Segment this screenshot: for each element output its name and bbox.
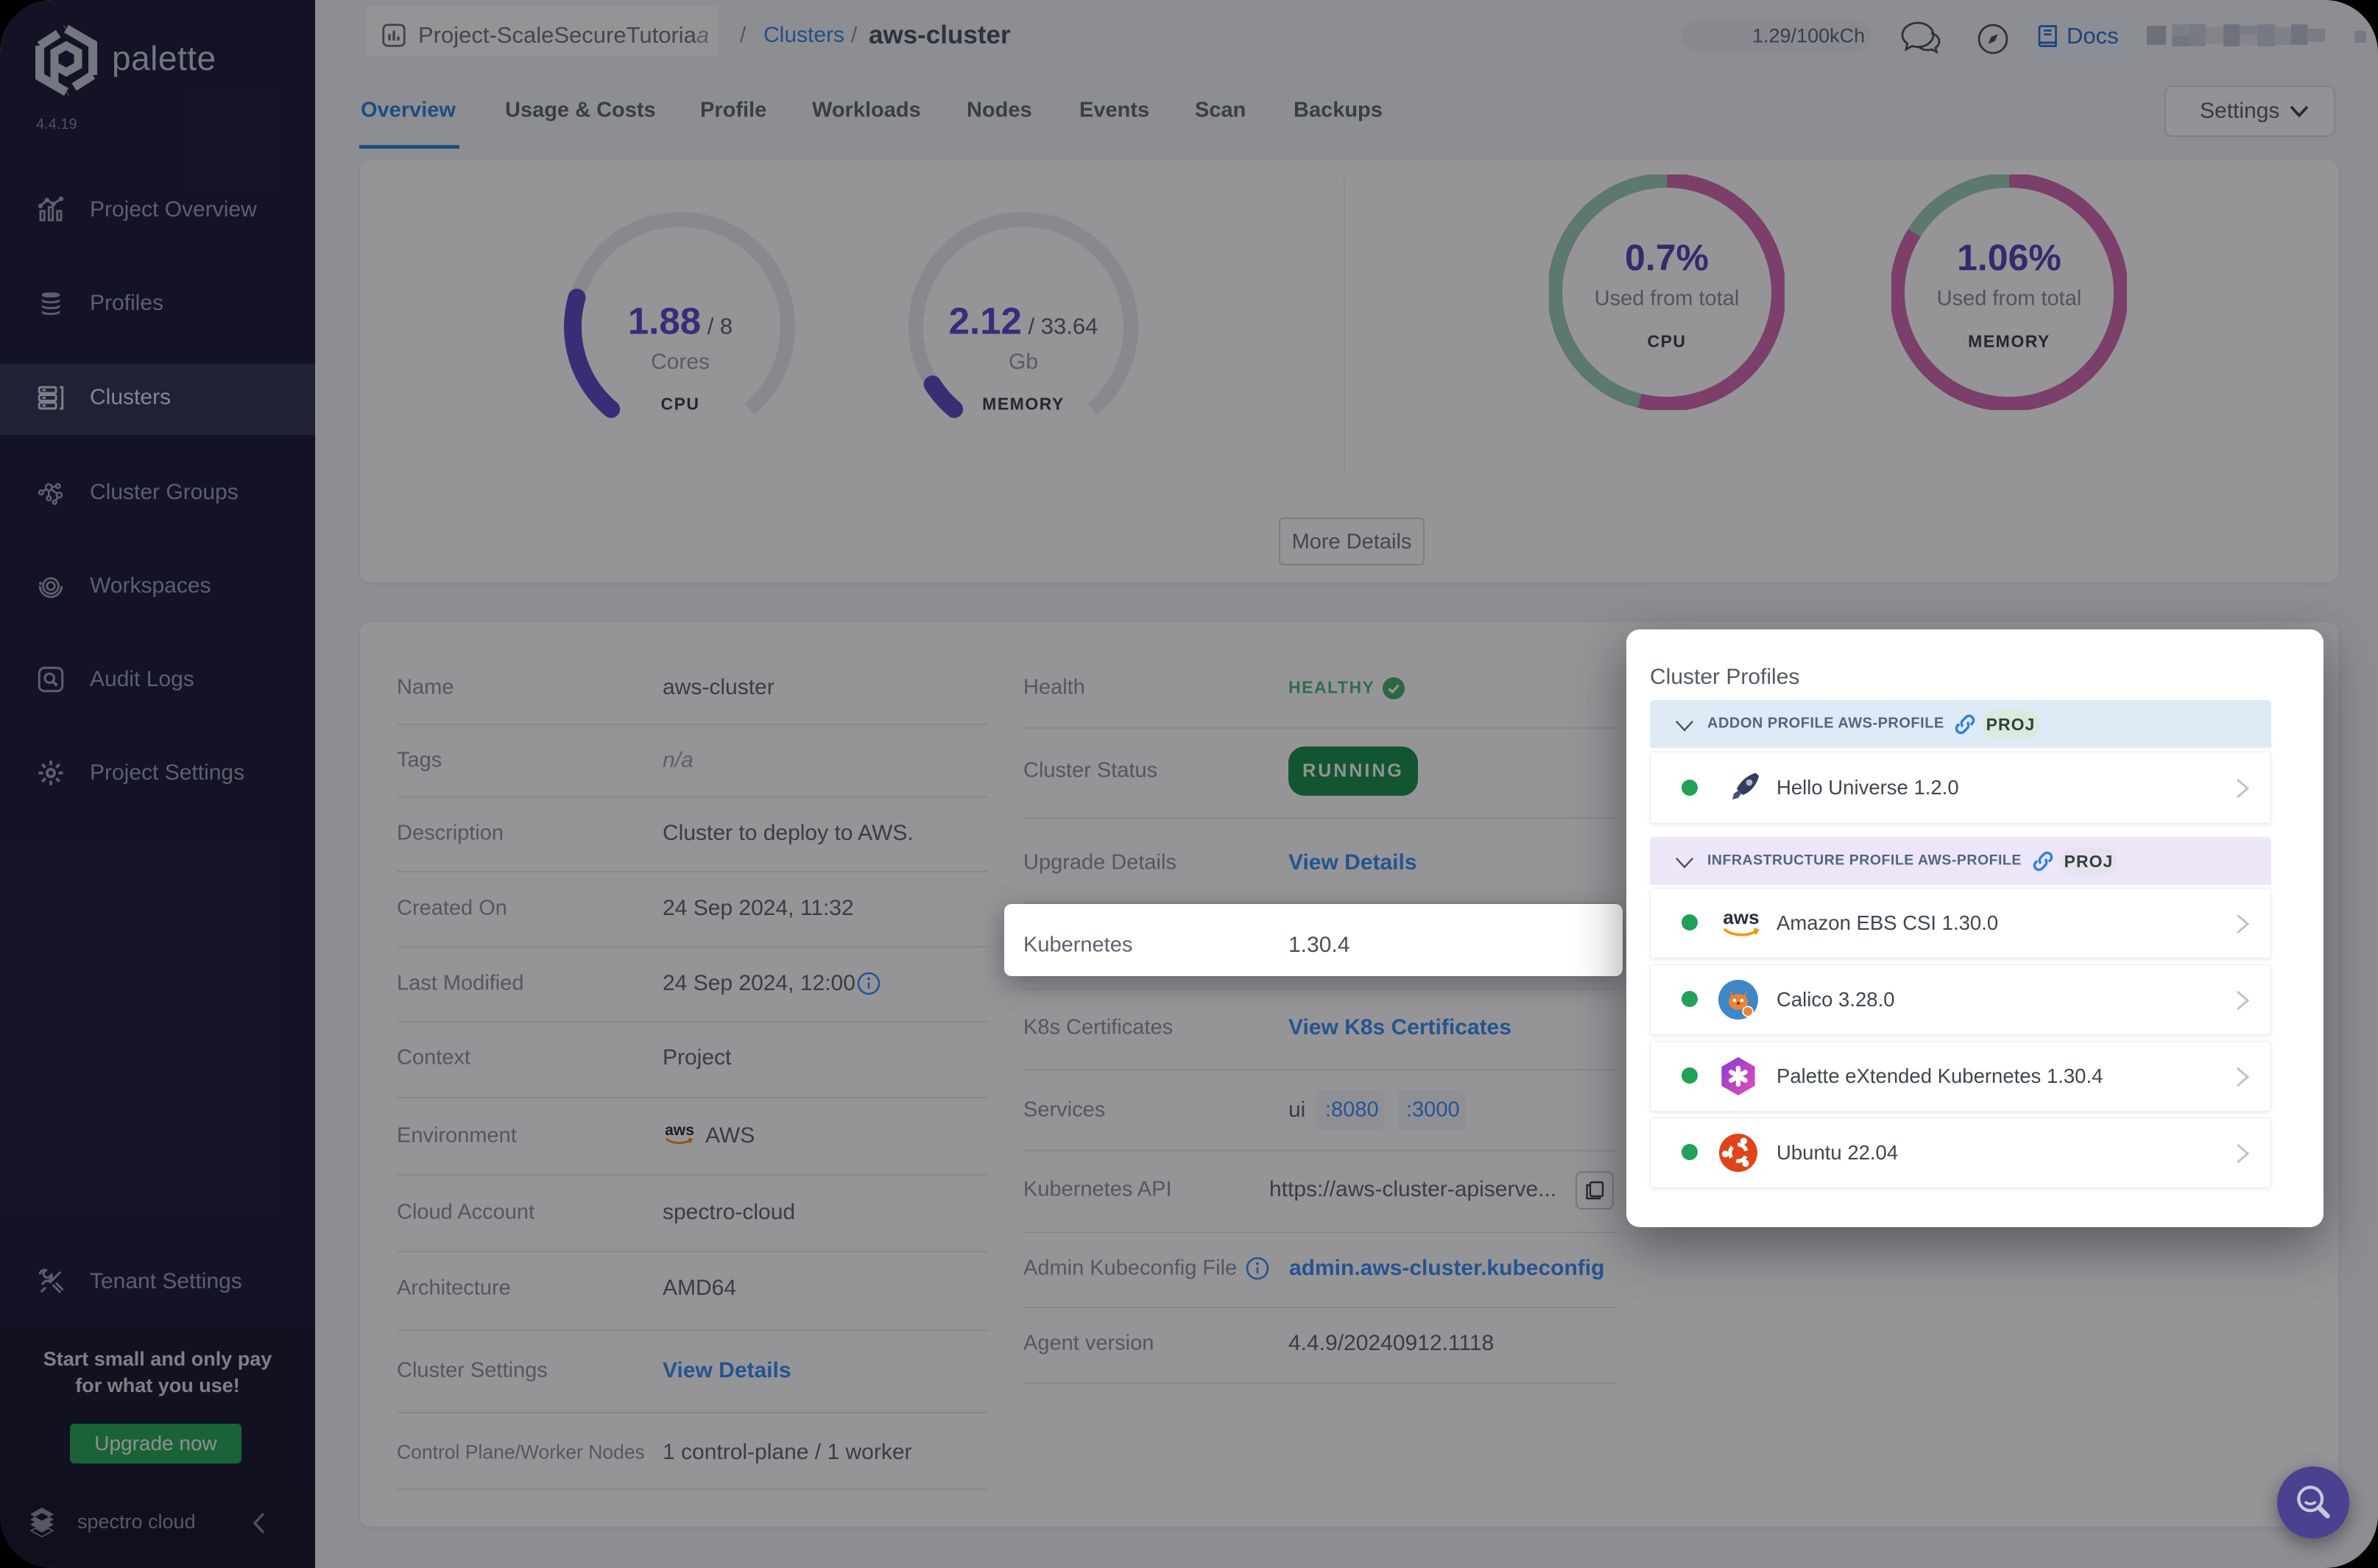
svg-text:aws: aws	[1723, 906, 1759, 928]
